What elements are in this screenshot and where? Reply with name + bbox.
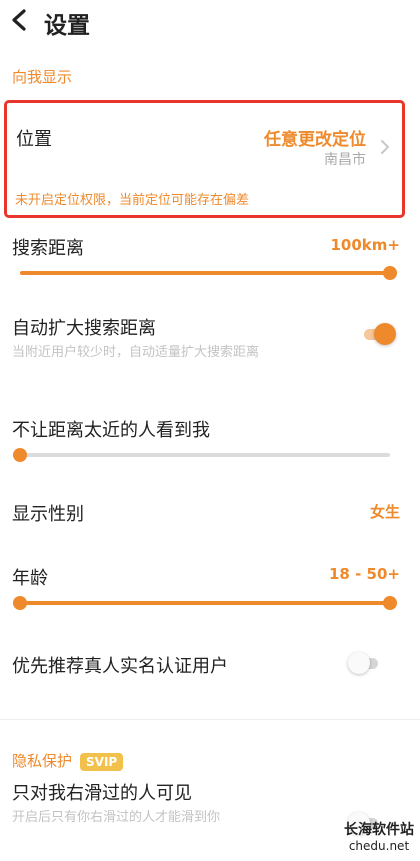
location-card[interactable]: 位置 任意更改定位 南昌市 未开启定位权限，当前定位可能存在偏差 xyxy=(4,100,405,218)
watermark-main: 长海软件站 xyxy=(344,822,414,838)
hide-nearby-knob[interactable] xyxy=(13,448,27,462)
age-value: 18 - 50+ xyxy=(329,565,400,583)
search-distance-knob[interactable] xyxy=(383,266,397,280)
chevron-left-icon xyxy=(11,9,27,35)
auto-expand-title: 自动扩大搜索距离 xyxy=(12,318,156,339)
age-max-knob[interactable] xyxy=(383,596,397,610)
svip-badge: SVIP xyxy=(80,752,124,771)
watermark-sub: chedu.net xyxy=(348,839,410,853)
section-divider xyxy=(0,719,420,720)
section-label-show: 向我显示 xyxy=(12,68,73,86)
change-location-link[interactable]: 任意更改定位 xyxy=(264,125,366,150)
hide-nearby-title: 不让距离太近的人看到我 xyxy=(12,420,210,441)
auto-expand-toggle[interactable] xyxy=(360,323,396,345)
swiped-only-title: 只对我右滑过的人可见 xyxy=(12,783,192,804)
gender-title: 显示性别 xyxy=(12,504,84,525)
verified-first-title: 优先推荐真人实名认证用户 xyxy=(12,656,228,677)
section-label-privacy: 隐私保护 SVIP xyxy=(12,750,124,771)
auto-expand-hint: 当附近用户较少时，自动适量扩大搜索距离 xyxy=(12,345,260,360)
search-distance-title: 搜索距离 xyxy=(12,238,84,259)
location-warning: 未开启定位权限，当前定位可能存在偏差 xyxy=(15,193,250,208)
age-title: 年龄 xyxy=(12,568,48,589)
page-title: 设置 xyxy=(44,13,90,39)
swiped-only-hint: 开启后只有你右滑过的人才能滑到你 xyxy=(12,810,221,825)
age-slider[interactable] xyxy=(20,601,390,605)
chevron-right-icon xyxy=(380,139,390,159)
privacy-label: 隐私保护 xyxy=(12,752,73,770)
watermark: 长海软件站 chedu.net xyxy=(344,819,414,853)
search-distance-fill xyxy=(20,271,390,275)
back-button[interactable] xyxy=(8,8,30,36)
location-city: 南昌市 xyxy=(324,152,366,168)
age-min-knob[interactable] xyxy=(13,596,27,610)
age-fill xyxy=(20,601,390,605)
location-title: 位置 xyxy=(16,129,52,150)
hide-nearby-slider[interactable] xyxy=(20,453,390,457)
search-distance-value: 100km+ xyxy=(330,236,401,254)
search-distance-slider[interactable] xyxy=(20,271,390,275)
verified-first-toggle[interactable] xyxy=(348,652,384,674)
gender-value[interactable]: 女生 xyxy=(370,501,400,522)
